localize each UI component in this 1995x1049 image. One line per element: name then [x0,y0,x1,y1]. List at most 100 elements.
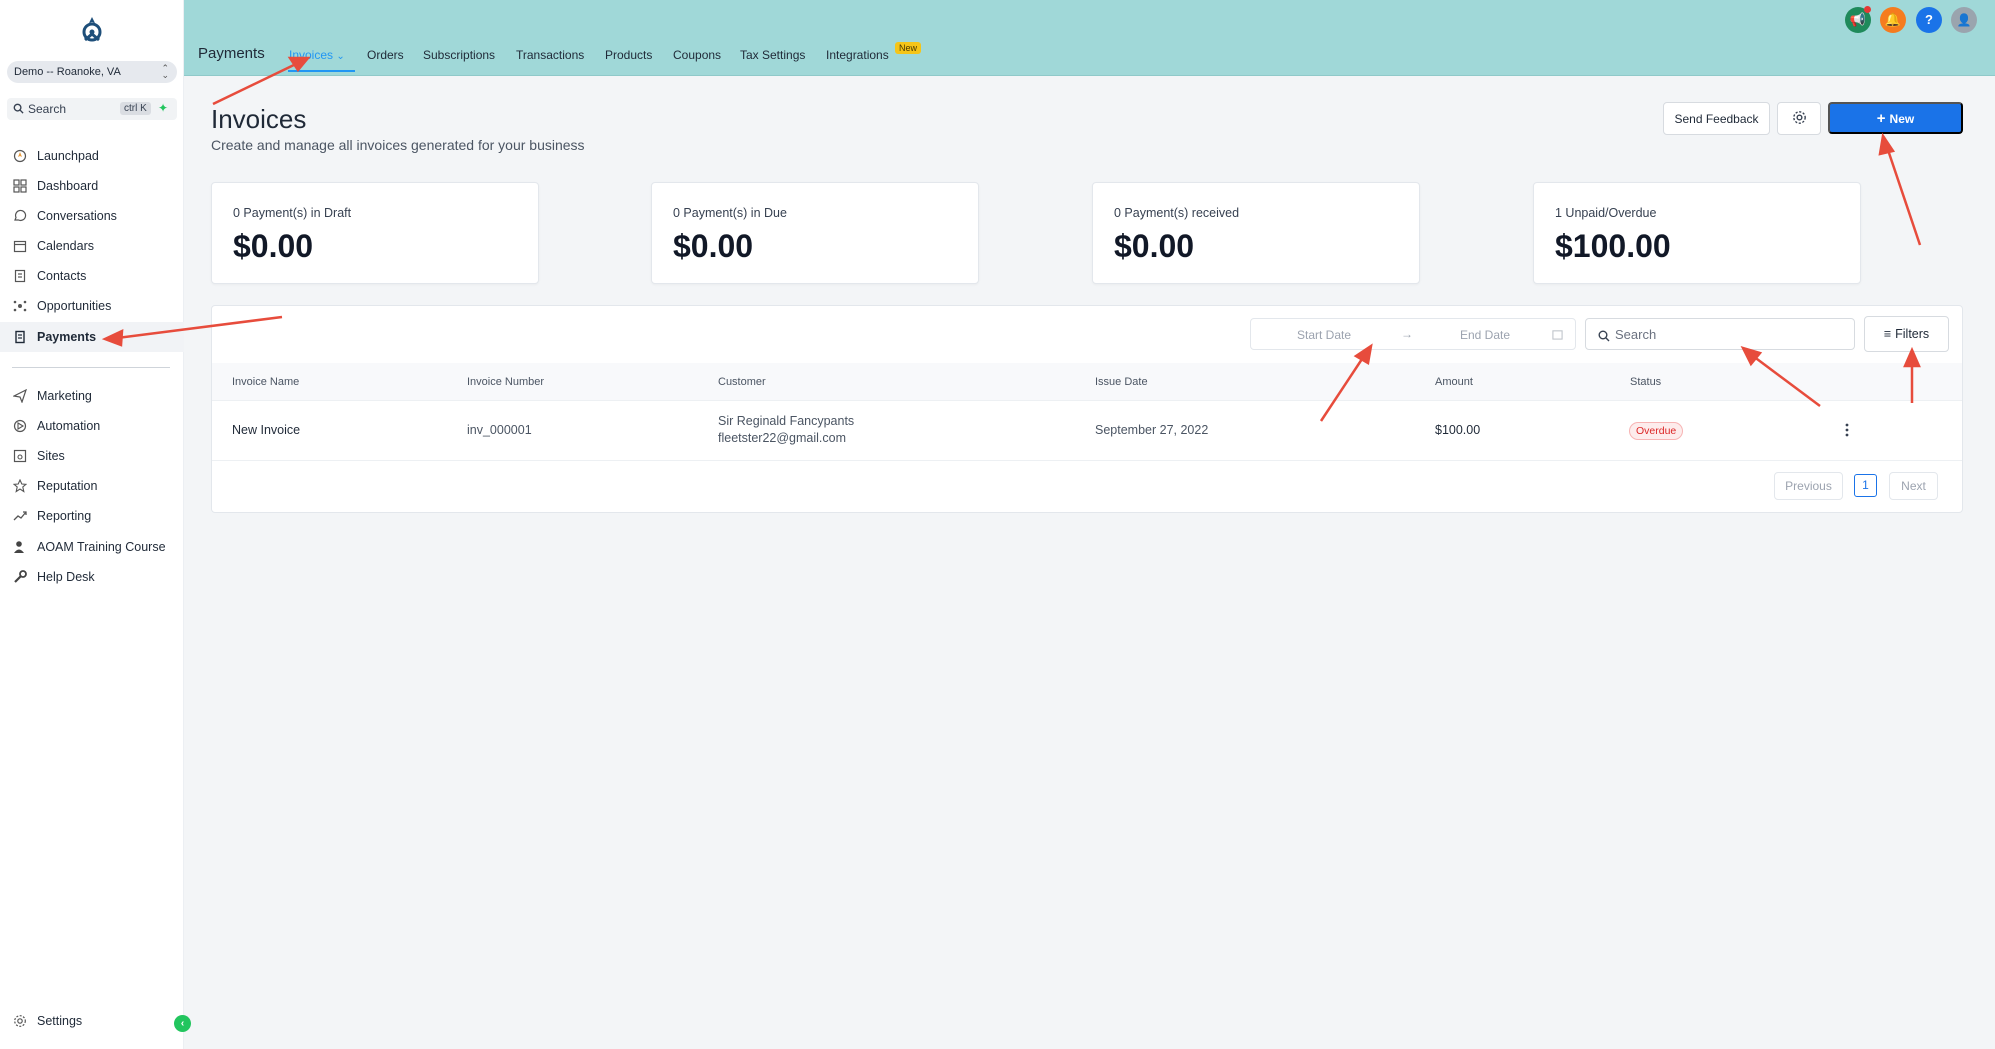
sidebar-item-help-desk[interactable]: Help Desk [0,562,184,592]
trend-icon [13,511,27,521]
automation-icon [13,419,27,433]
sidebar-item-label: Dashboard [37,179,99,193]
sidebar-item-label: Sites [37,449,65,463]
sidebar-item-label: Launchpad [37,149,99,163]
column-header: Customer [718,376,766,388]
sites-icon [13,449,27,463]
network-icon [13,300,27,312]
start-date-input[interactable]: Start Date [1297,328,1351,342]
gear-icon [14,1015,26,1027]
sidebar-item-dashboard[interactable]: Dashboard [0,171,184,201]
location-switcher[interactable]: Demo -- Roanoke, VA ⌃ ⌄ [7,61,177,83]
sidebar-item-label: AOAM Training Course [37,540,166,554]
new-invoice-button[interactable]: + New [1828,102,1963,134]
page-number-button[interactable]: 1 [1854,474,1877,497]
tab-products[interactable]: Products [605,48,652,62]
search-shortcut: ctrl K [120,102,151,115]
location-name: Demo -- Roanoke, VA [14,66,121,78]
end-date-input[interactable]: End Date [1460,328,1510,342]
column-header: Invoice Name [232,376,300,388]
sidebar-item-launchpad[interactable]: Launchpad [0,141,184,171]
summary-card-label: 0 Payment(s) in Due [673,206,787,220]
question-icon: ? [1925,12,1933,27]
customer-name: Sir Reginald Fancypants [718,414,855,428]
sidebar-item-label: Calendars [37,239,94,253]
invoice-name[interactable]: New Invoice [232,423,300,437]
grid-icon [13,179,27,193]
help-button[interactable]: ? [1916,7,1942,33]
issue-date: September 27, 2022 [1095,423,1209,437]
section-title: Payments [198,45,265,62]
settings-button[interactable] [1777,102,1821,135]
table-row[interactable]: New Invoice inv_000001 Sir Reginald Fanc… [212,402,1962,461]
sidebar: Demo -- Roanoke, VA ⌃ ⌄ Search ctrl K ✦ L… [0,0,191,1049]
sidebar-item-calendars[interactable]: Calendars [0,231,184,261]
rocket-icon [13,149,27,163]
send-feedback-button[interactable]: Send Feedback [1663,102,1770,135]
new-button-label: New [1889,111,1915,126]
column-header: Invoice Number [467,376,545,388]
plus-icon: + [1876,109,1886,127]
search-label: Search [28,102,67,116]
filters-button[interactable]: ≡ Filters [1864,316,1949,352]
summary-card-label: 0 Payment(s) received [1114,206,1240,220]
sidebar-item-payments[interactable]: Payments [0,322,184,352]
sidebar-search[interactable]: Search ctrl K ✦ [7,98,177,120]
sidebar-item-reporting[interactable]: Reporting [0,501,184,531]
notifications-button[interactable]: 🔔 [1880,7,1906,33]
sidebar-item-conversations[interactable]: Conversations [0,201,184,231]
sidebar-item-label: Reputation [37,479,98,493]
tab-tax-settings[interactable]: Tax Settings [740,48,805,62]
invoice-search-input[interactable]: Search [1585,318,1855,350]
sidebar-item-label: Opportunities [37,299,112,313]
invoice-number: inv_000001 [467,423,532,437]
tab-orders[interactable]: Orders [367,48,404,62]
sidebar-item-reputation[interactable]: Reputation [0,471,184,501]
tab-label: Invoices [289,48,334,62]
sidebar-item-automation[interactable]: Automation [0,411,184,441]
tab-coupons[interactable]: Coupons [673,48,721,62]
notification-dot [1864,6,1871,13]
tab-integrations[interactable]: Integrations [826,48,889,62]
summary-card-received: 0 Payment(s) received $0.00 [1092,182,1420,284]
status-badge: Overdue [1629,422,1684,440]
sidebar-item-opportunities[interactable]: Opportunities [0,291,184,321]
tab-subscriptions[interactable]: Subscriptions [423,48,495,62]
sidebar-item-aoam-training-course[interactable]: AOAM Training Course [0,532,184,562]
chat-bubble-icon [14,209,27,222]
invoice-amount: $100.00 [1435,423,1481,437]
chevron-down-icon: ⌄ [336,51,345,62]
filter-lines-icon: ≡ [1883,327,1892,341]
summary-card-draft: 0 Payment(s) in Draft $0.00 [211,182,539,284]
more-vertical-icon[interactable] [1845,423,1849,437]
date-range-picker[interactable]: Start Date → End Date [1250,318,1576,350]
summary-card-label: 1 Unpaid/Overdue [1555,206,1657,220]
summary-card-value: $100.00 [1555,228,1671,264]
sidebar-item-marketing[interactable]: Marketing [0,381,184,411]
annotation-arrowhead [1878,132,1896,156]
customer-email: fleetster22@gmail.com [718,431,847,445]
sidebar-item-settings[interactable]: Settings [0,1006,184,1036]
sidebar-collapse-button[interactable]: ‹ [174,1015,191,1032]
sidebar-item-label: Contacts [37,269,87,283]
chevron-left-icon: ‹ [180,1018,185,1029]
next-page-button[interactable]: Next [1889,472,1938,500]
sidebar-item-label: Help Desk [37,570,95,584]
gear-icon [1792,110,1806,124]
previous-page-button[interactable]: Previous [1774,472,1843,500]
column-header: Issue Date [1095,376,1148,388]
sidebar-item-contacts[interactable]: Contacts [0,261,184,291]
sidebar-item-label: Settings [37,1014,83,1028]
sidebar-item-label: Reporting [37,509,92,523]
summary-card-due: 0 Payment(s) in Due $0.00 [651,182,979,284]
annotation-arrows [101,56,1922,422]
summary-card-value: $0.00 [1114,228,1195,264]
user-avatar[interactable]: 👤 [1951,7,1977,33]
tab-transactions[interactable]: Transactions [516,48,584,62]
sidebar-item-sites[interactable]: Sites [0,441,184,471]
sidebar-divider [12,367,170,368]
sidebar-item-label: Marketing [37,389,92,403]
filters-label: Filters [1895,327,1930,341]
sparkle-icon[interactable]: ✦ [158,101,168,115]
tab-invoices[interactable]: Invoices ⌄ [289,48,345,62]
